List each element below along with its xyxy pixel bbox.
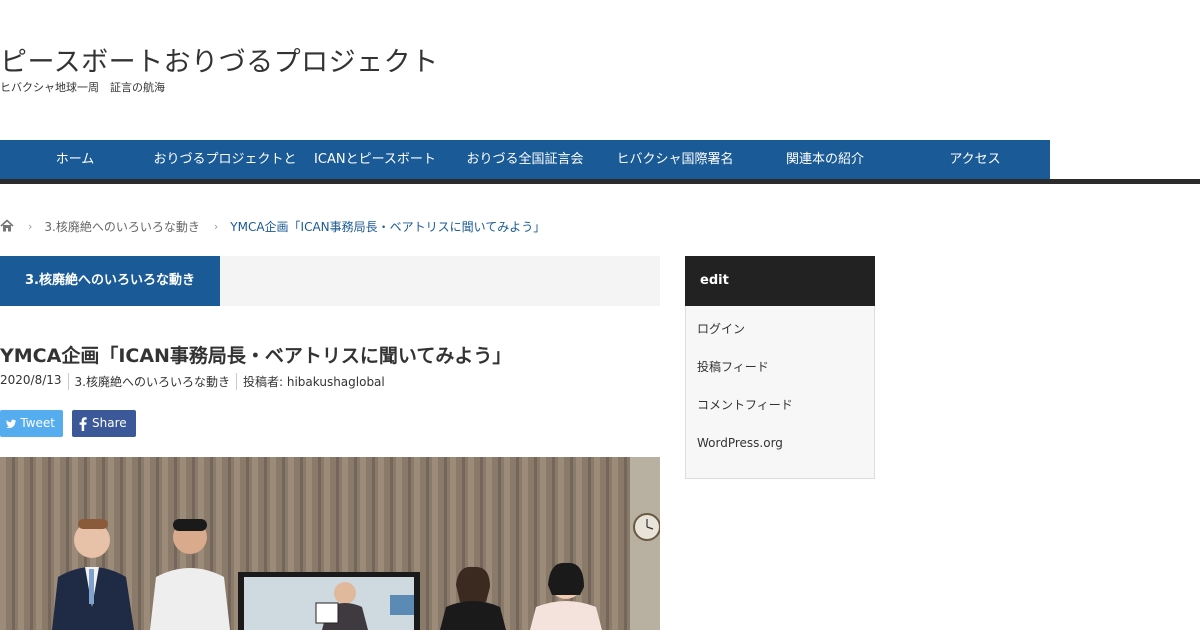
category-header: 3.核廃絶へのいろいろな動き — [0, 256, 660, 306]
post-author[interactable]: 投稿者: hibakushaglobal — [235, 373, 391, 390]
nav-divider — [0, 179, 1200, 184]
featured-image — [0, 457, 660, 630]
nav-item-ican[interactable]: ICANとピースボート — [300, 140, 450, 179]
widget-title: edit — [685, 256, 875, 306]
site-title[interactable]: ピースボートおりづるプロジェクト — [0, 40, 439, 79]
chevron-right-icon: › — [28, 219, 33, 233]
main-nav: ホーム おりづるプロジェクトと ICANとピースボート おりづる全国証言会 ヒバ… — [0, 140, 1050, 179]
nav-item-testimony[interactable]: おりづる全国証言会 — [450, 140, 600, 179]
facebook-share-label: Share — [92, 416, 127, 430]
post-category-link[interactable]: 3.核廃絶へのいろいろな動き — [67, 373, 236, 390]
tweet-button[interactable]: Tweet — [0, 410, 63, 437]
twitter-icon — [6, 419, 17, 428]
home-icon[interactable] — [0, 219, 14, 233]
breadcrumb: › 3.核廃絶へのいろいろな動き › YMCA企画「ICAN事務局長・ベアトリス… — [0, 218, 545, 234]
nav-item-signature[interactable]: ヒバクシャ国際署名 — [600, 140, 750, 179]
post-title: YMCA企画「ICAN事務局長・ベアトリスに聞いてみよう」 — [0, 345, 512, 367]
widget-link-comments-feed[interactable]: コメントフィード — [697, 392, 874, 430]
post-date: 2020/8/13 — [0, 373, 62, 387]
widget-list: ログイン 投稿フィード コメントフィード WordPress.org — [686, 306, 874, 468]
nav-item-books[interactable]: 関連本の紹介 — [750, 140, 900, 179]
facebook-share-button[interactable]: Share — [72, 410, 136, 437]
widget-link-entries-feed[interactable]: 投稿フィード — [697, 354, 874, 392]
category-label: 3.核廃絶へのいろいろな動き — [0, 256, 220, 306]
tweet-label: Tweet — [20, 416, 55, 430]
site-description: ヒバクシャ地球一周 証言の航海 — [0, 81, 165, 94]
nav-item-access[interactable]: アクセス — [900, 140, 1050, 179]
nav-item-orizuru-project[interactable]: おりづるプロジェクトと — [150, 140, 300, 179]
widget-link-login[interactable]: ログイン — [697, 316, 874, 354]
widget-link-wordpress[interactable]: WordPress.org — [697, 430, 874, 468]
facebook-icon — [79, 416, 87, 431]
breadcrumb-category[interactable]: 3.核廃絶へのいろいろな動き — [44, 218, 199, 235]
nav-item-home[interactable]: ホーム — [0, 140, 150, 179]
sidebar-widget-edit: edit ログイン 投稿フィード コメントフィード WordPress.org — [685, 256, 875, 479]
chevron-right-icon: › — [213, 219, 219, 233]
post-meta: 2020/8/13 3.核廃絶へのいろいろな動き 投稿者: hibakushag… — [0, 373, 391, 390]
breadcrumb-current[interactable]: YMCA企画「ICAN事務局長・ベアトリスに聞いてみよう」 — [230, 218, 545, 235]
